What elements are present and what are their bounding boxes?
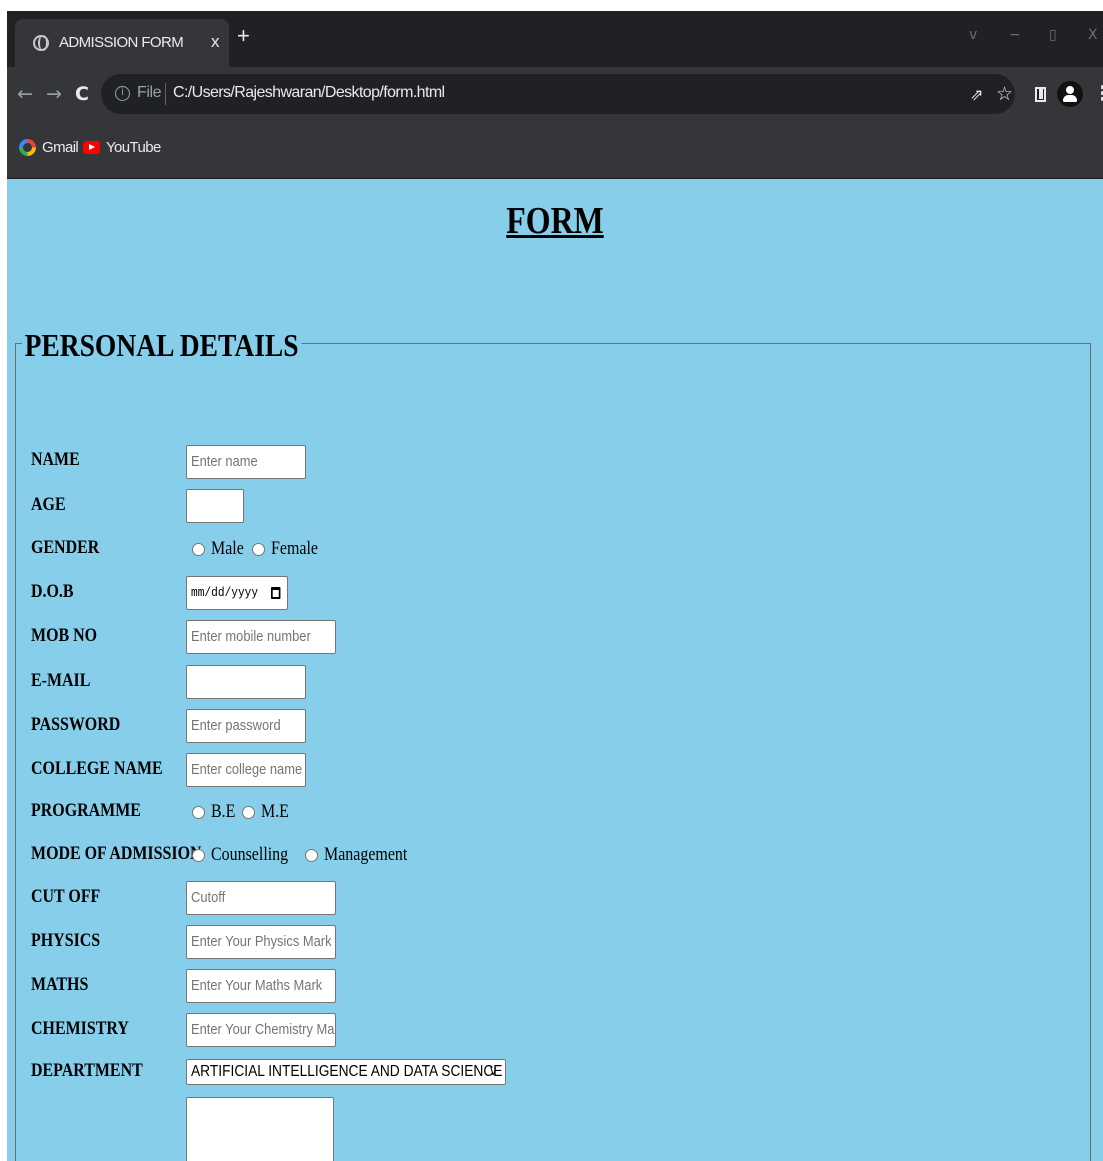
tab-strip: ADMISSION FORM x + v − ▯ X [7, 11, 1103, 67]
gender-female-label: Female [271, 538, 319, 559]
bookmark-gmail[interactable]: Gmail [19, 139, 79, 156]
mobile-label: MOB NO [31, 625, 98, 646]
department-label: DEPARTMENT [31, 1060, 143, 1081]
side-panel-icon[interactable] [1035, 87, 1046, 102]
college-name-label: COLLEGE NAME [31, 758, 163, 779]
address-divider [165, 83, 166, 105]
age-label: AGE [31, 494, 66, 515]
forward-icon[interactable]: → [46, 83, 62, 105]
programme-me-label: M.E [261, 801, 289, 822]
bookmarks-bar: Gmail YouTube [7, 125, 1103, 179]
email-input[interactable] [186, 665, 306, 699]
admission-management-radio[interactable] [304, 848, 318, 862]
maths-input[interactable]: Enter Your Maths Mark [186, 969, 336, 1003]
share-icon[interactable]: ⇗ [970, 85, 983, 104]
chemistry-label: CHEMISTRY [31, 1018, 129, 1039]
email-label: E-MAIL [31, 670, 91, 691]
password-label: PASSWORD [31, 714, 121, 735]
browser-window: ADMISSION FORM x + v − ▯ X ← → C i File … [7, 11, 1103, 179]
menu-icon[interactable]: ⋮ [1093, 81, 1103, 105]
close-window-icon[interactable]: X [1088, 27, 1098, 43]
back-icon[interactable]: ← [17, 83, 33, 105]
bookmark-label: Gmail [42, 139, 79, 156]
gender-female-radio[interactable] [252, 542, 266, 556]
admission-counselling-radio[interactable] [192, 848, 205, 862]
college-name-input[interactable]: Enter college name [186, 753, 306, 787]
reload-icon[interactable]: C [75, 83, 89, 105]
gender-male-radio[interactable] [192, 542, 205, 556]
file-label: File [137, 84, 162, 101]
tab-title: ADMISSION FORM [59, 34, 184, 51]
minimize-icon[interactable]: − [1009, 27, 1021, 43]
page-title: FORM [506, 200, 604, 242]
textarea-field[interactable] [186, 1097, 334, 1161]
dob-input[interactable]: mm/dd/yyyy [186, 576, 288, 610]
youtube-icon [83, 141, 100, 154]
url-text[interactable]: C:/Users/Rajeshwaran/Desktop/form.html [173, 84, 445, 102]
gender-radio-group: Male Female [190, 538, 323, 560]
cutoff-input[interactable]: Cutoff [186, 881, 336, 915]
bookmark-label: YouTube [106, 139, 161, 156]
gmail-icon [19, 139, 36, 156]
password-input[interactable]: Enter password [186, 709, 306, 743]
restore-icon[interactable]: ▯ [1049, 27, 1057, 43]
programme-radio-group: B.E M.E [190, 801, 290, 823]
gender-label: GENDER [31, 537, 100, 558]
personal-details-fieldset [15, 343, 1091, 1161]
admission-counselling-label: Counselling [211, 844, 289, 865]
department-select[interactable]: ARTIFICIAL INTELLIGENCE AND DATA SCIENCE… [186, 1059, 506, 1085]
cutoff-label: CUT OFF [31, 886, 101, 907]
programme-be-label: B.E [211, 801, 236, 822]
new-tab-button[interactable]: + [237, 23, 250, 49]
admission-mode-label: MODE OF ADMISSION [31, 843, 202, 864]
dob-label: D.O.B [31, 581, 74, 602]
admission-mode-radio-group: Counselling Management [190, 844, 419, 866]
page-content: FORM PERSONAL DETAILS NAME Enter name AG… [7, 179, 1103, 1161]
profile-icon[interactable] [1057, 81, 1083, 107]
chemistry-input[interactable]: Enter Your Chemistry Ma [186, 1013, 336, 1047]
age-input[interactable] [186, 489, 244, 523]
close-tab-icon[interactable]: x [211, 32, 220, 52]
fieldset-legend: PERSONAL DETAILS [22, 327, 302, 364]
physics-label: PHYSICS [31, 930, 101, 951]
browser-toolbar: ← → C i File C:/Users/Rajeshwaran/Deskto… [7, 67, 1103, 125]
admission-management-label: Management [323, 844, 408, 865]
programme-me-radio[interactable] [242, 805, 256, 819]
programme-be-radio[interactable] [192, 805, 205, 819]
maths-label: MATHS [31, 974, 89, 995]
programme-label: PROGRAMME [31, 800, 141, 821]
star-icon[interactable]: ☆ [996, 83, 1013, 105]
mobile-input[interactable]: Enter mobile number [186, 620, 336, 654]
address-bar[interactable]: i File C:/Users/Rajeshwaran/Desktop/form… [101, 74, 1015, 114]
info-icon[interactable]: i [115, 86, 130, 101]
name-label: NAME [31, 449, 80, 470]
gender-male-label: Male [211, 538, 244, 559]
browser-tab[interactable]: ADMISSION FORM x [15, 19, 229, 67]
globe-icon [33, 35, 49, 51]
physics-input[interactable]: Enter Your Physics Mark [186, 925, 336, 959]
bookmark-youtube[interactable]: YouTube [83, 139, 161, 156]
calendar-icon[interactable] [271, 587, 281, 599]
name-input[interactable]: Enter name [186, 445, 306, 479]
chevron-down-icon[interactable]: v [969, 27, 977, 43]
chevron-down-icon: v [490, 1064, 497, 1079]
